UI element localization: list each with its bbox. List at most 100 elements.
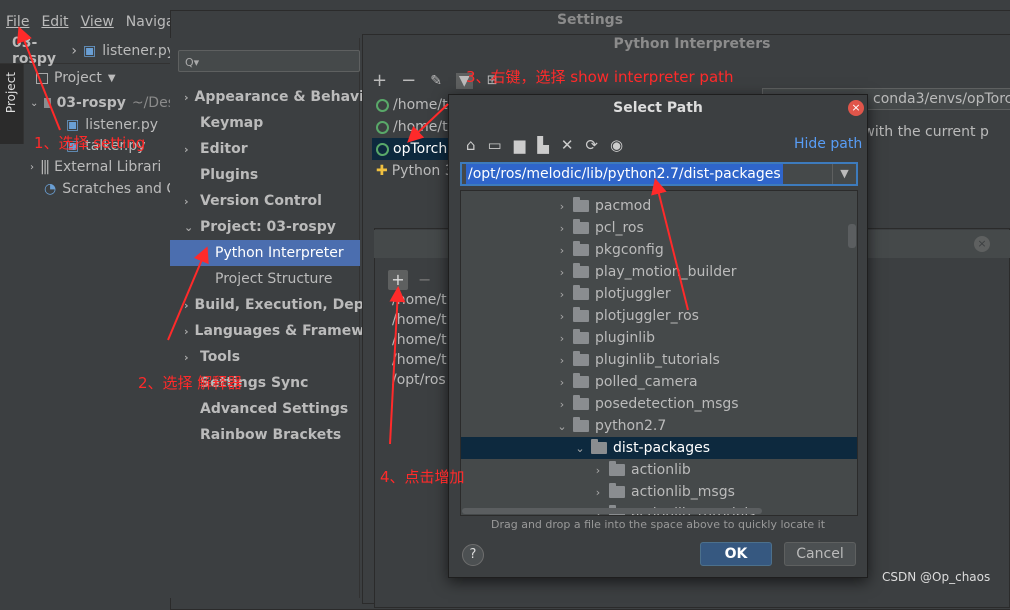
vertical-scrollbar[interactable]: [848, 224, 856, 248]
breadcrumb-project[interactable]: 03-rospy: [12, 35, 65, 67]
path-item[interactable]: /home/t: [392, 352, 452, 372]
horizontal-scrollbar[interactable]: [462, 508, 762, 514]
tree-scratches[interactable]: ◔ Scratches and C: [30, 178, 176, 200]
settings-nav-item[interactable]: Advanced Settings: [178, 396, 360, 422]
cancel-button[interactable]: Cancel: [784, 542, 856, 566]
path-item[interactable]: /home/t: [392, 332, 452, 352]
project-folder-icon[interactable]: ▆: [514, 136, 526, 154]
settings-nav-item[interactable]: › Languages & Framewo: [178, 318, 374, 344]
chevron-down-icon: ⌄: [30, 97, 39, 109]
settings-nav-item[interactable]: ⌄ Project: 03-rospy: [178, 214, 360, 240]
chevron-right-icon: ›: [30, 161, 34, 173]
project-panel-header[interactable]: Project ▼: [26, 66, 176, 90]
folder-tree-row[interactable]: › pkgconfig: [461, 239, 857, 261]
hide-path-link[interactable]: Hide path: [794, 136, 862, 152]
settings-nav-item[interactable]: › Version Control: [178, 188, 360, 214]
folder-label: posedetection_msgs: [595, 396, 739, 412]
chevron-right-icon[interactable]: ›: [555, 398, 569, 411]
chevron-down-icon[interactable]: ▼: [832, 164, 856, 184]
folder-tree-row[interactable]: › pcl_ros: [461, 217, 857, 239]
desktop-icon[interactable]: ▭: [488, 136, 502, 154]
refresh-icon[interactable]: ⟳: [585, 136, 598, 154]
settings-nav-item[interactable]: Keymap: [178, 110, 360, 136]
ok-button[interactable]: OK: [700, 542, 772, 566]
folder-icon: [573, 307, 589, 322]
settings-nav-item[interactable]: Plugins: [178, 162, 360, 188]
settings-nav-item[interactable]: › Editor: [178, 136, 360, 162]
menu-view[interactable]: View: [81, 14, 114, 30]
folder-tree-row[interactable]: ⌄ dist-packages: [461, 437, 857, 459]
home-icon[interactable]: ⌂: [466, 136, 476, 154]
chevron-right-icon: ›: [184, 298, 189, 312]
breadcrumb: 03-rospy › ▣ listener.py: [0, 35, 175, 67]
new-folder-icon[interactable]: ▙: [537, 136, 549, 154]
tree-external-libraries[interactable]: › ||| External Librari: [30, 156, 175, 178]
select-path-tree: › pacmod › pcl_ros › pkgconfig › play_motion_bu…: [460, 190, 858, 516]
interpreter-item[interactable]: /home/t: [372, 116, 452, 138]
project-side-tab[interactable]: Project: [0, 64, 24, 144]
chevron-down-icon[interactable]: ⌄: [573, 442, 587, 455]
close-icon[interactable]: ×: [848, 100, 864, 116]
show-hidden-icon[interactable]: ◉: [610, 136, 623, 154]
add-icon[interactable]: +: [372, 70, 387, 91]
settings-nav-item[interactable]: Python Interpreter: [170, 240, 360, 266]
folder-icon: [573, 285, 589, 300]
help-button[interactable]: ?: [462, 544, 484, 566]
settings-nav-item[interactable]: › Build, Execution, Deplo: [178, 292, 378, 318]
folder-tree-row[interactable]: › pacmod: [461, 195, 857, 217]
path-item[interactable]: /home/t: [392, 292, 452, 312]
chevron-right-icon[interactable]: ›: [555, 332, 569, 345]
interpreter-item[interactable]: ✚ Python 3: [372, 160, 452, 182]
settings-nav-label: Appearance & Behavio: [194, 89, 374, 105]
python-icon: ✚: [376, 163, 388, 179]
chevron-right-icon[interactable]: ›: [555, 266, 569, 279]
chevron-right-icon[interactable]: ›: [555, 222, 569, 235]
settings-nav-label: Project Structure: [215, 271, 333, 287]
settings-nav-item[interactable]: Rainbow Brackets: [178, 422, 360, 448]
remove-icon[interactable]: −: [401, 70, 416, 91]
chevron-down-icon[interactable]: ⌄: [555, 420, 569, 433]
chevron-right-icon: ›: [184, 350, 189, 364]
close-icon[interactable]: ×: [974, 236, 990, 252]
breadcrumb-file[interactable]: listener.py: [102, 43, 175, 59]
chevron-right-icon[interactable]: ›: [555, 244, 569, 257]
tree-root-path: ~/Des: [131, 95, 175, 111]
interpreter-item-selected[interactable]: opTorch: [372, 138, 452, 160]
folder-tree-row[interactable]: › plotjuggler_ros: [461, 305, 857, 327]
folder-tree-row[interactable]: ⌄ python2.7: [461, 415, 857, 437]
tree-root[interactable]: ⌄ 03-rospy ~/Des: [30, 92, 175, 114]
add-path-button[interactable]: +: [388, 270, 408, 290]
delete-icon[interactable]: ✕: [561, 136, 574, 154]
folder-tree-row[interactable]: › plotjuggler: [461, 283, 857, 305]
folder-tree-row[interactable]: › polled_camera: [461, 371, 857, 393]
settings-nav-item[interactable]: Project Structure: [178, 266, 360, 292]
chevron-right-icon[interactable]: ›: [591, 464, 605, 477]
chevron-right-icon[interactable]: ›: [555, 200, 569, 213]
settings-search-input[interactable]: Q▾: [178, 50, 360, 72]
folder-tree-row[interactable]: › pluginlib: [461, 327, 857, 349]
chevron-right-icon[interactable]: ›: [555, 310, 569, 323]
chevron-right-icon[interactable]: ›: [555, 288, 569, 301]
folder-label: python2.7: [595, 418, 667, 434]
settings-nav-item[interactable]: › Appearance & Behavio: [178, 84, 374, 110]
folder-tree-row[interactable]: › play_motion_builder: [461, 261, 857, 283]
remove-path-icon[interactable]: −: [418, 270, 431, 289]
chevron-right-icon[interactable]: ›: [591, 486, 605, 499]
folder-tree-row[interactable]: › posedetection_msgs: [461, 393, 857, 415]
path-input-value[interactable]: /opt/ros/melodic/lib/python2.7/dist-pack…: [466, 164, 783, 184]
interpreter-item[interactable]: /home/t: [372, 94, 452, 116]
folder-tree-row[interactable]: › actionlib_msgs: [461, 481, 857, 503]
chevron-right-icon[interactable]: ›: [555, 354, 569, 367]
menu-file[interactable]: File: [6, 14, 29, 30]
chevron-right-icon[interactable]: ›: [555, 376, 569, 389]
menu-edit[interactable]: Edit: [41, 14, 68, 30]
edit-icon[interactable]: ✎: [430, 73, 442, 89]
path-item[interactable]: /home/t: [392, 312, 452, 332]
menu-navigate[interactable]: Naviga: [126, 14, 175, 30]
folder-tree-row[interactable]: › pluginlib_tutorials: [461, 349, 857, 371]
folder-icon: [573, 417, 589, 432]
settings-nav-item[interactable]: › Tools: [178, 344, 360, 370]
folder-tree-row[interactable]: › actionlib: [461, 459, 857, 481]
folder-icon: [573, 373, 589, 388]
path-item[interactable]: /opt/ros: [392, 372, 452, 392]
